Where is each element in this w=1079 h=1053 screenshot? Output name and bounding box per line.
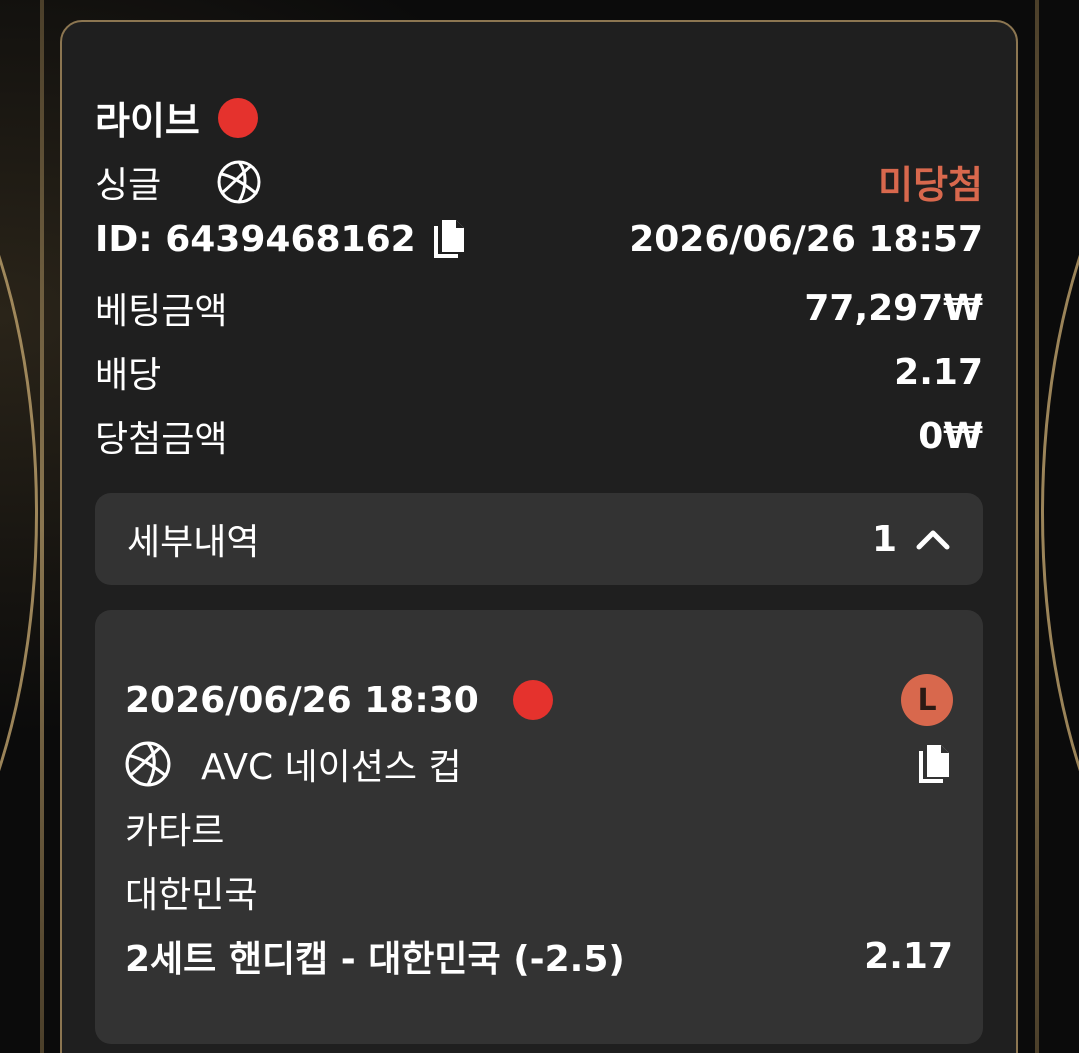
- selection-odds: 2.17: [864, 935, 953, 977]
- stake-row: 베팅금액 77,297₩: [95, 282, 983, 334]
- arc-decoration-left: [0, 60, 38, 966]
- bet-history-card: 라이브 싱글 미당첨 ID: 6439468162 2026/06/26 18:…: [60, 20, 1018, 1053]
- bet-item: 2026/06/26 18:30 L AVC 네이션스 컵 카타르 대한민국 2…: [95, 610, 983, 1044]
- title-row: 라이브: [95, 90, 983, 145]
- page: 라이브 싱글 미당첨 ID: 6439468162 2026/06/26 18:…: [0, 0, 1079, 1053]
- win-value: 0₩: [918, 415, 983, 457]
- status-badge: 미당첨: [878, 163, 983, 207]
- frame-decoration-right: [1035, 0, 1039, 1053]
- selection: 2세트 핸디캡 - 대한민국 (-2.5): [125, 939, 625, 980]
- league-row: AVC 네이션스 컵: [125, 738, 953, 790]
- bet-datetime: 2026/06/26 18:57: [629, 218, 983, 260]
- bet-item-header: 2026/06/26 18:30 L: [125, 674, 953, 726]
- copy-icon[interactable]: [915, 743, 953, 785]
- live-title: 라이브: [95, 90, 258, 145]
- team1: 카타르: [125, 811, 225, 852]
- details-label: 세부내역: [127, 522, 260, 563]
- details-toggle[interactable]: 세부내역 1: [95, 493, 983, 585]
- team2-row: 대한민국: [125, 866, 953, 918]
- id-row: ID: 6439468162 2026/06/26 18:57: [95, 218, 983, 260]
- win-row: 당첨금액 0₩: [95, 410, 983, 462]
- league-name: AVC 네이션스 컵: [201, 747, 462, 788]
- selection-row: 2세트 핸디캡 - 대한민국 (-2.5) 2.17: [125, 930, 953, 982]
- odds-label: 배당: [95, 355, 162, 396]
- event-datetime: 2026/06/26 18:30: [125, 679, 479, 721]
- arc-decoration-right: [1041, 60, 1079, 966]
- stake-label: 베팅금액: [95, 291, 228, 332]
- type-row: 싱글 미당첨: [95, 154, 983, 209]
- live-dot-icon: [512, 680, 553, 720]
- copy-icon[interactable]: [430, 218, 468, 260]
- result-badge: L: [901, 674, 953, 726]
- live-dot-icon: [217, 97, 258, 138]
- volleyball-icon: [217, 160, 261, 203]
- chevron-up-icon: [916, 530, 950, 550]
- details-count: 1: [871, 518, 897, 560]
- odds-row: 배당 2.17: [95, 346, 983, 398]
- stake-value: 77,297₩: [804, 287, 983, 329]
- win-label: 당첨금액: [95, 419, 228, 460]
- team2: 대한민국: [125, 875, 258, 916]
- team1-row: 카타르: [125, 802, 953, 854]
- volleyball-icon: [125, 741, 171, 787]
- bet-id: ID: 6439468162: [95, 218, 416, 260]
- bet-type-label: 싱글: [95, 164, 162, 206]
- live-label: 라이브: [95, 99, 200, 143]
- odds-value: 2.17: [894, 351, 983, 393]
- frame-decoration-left: [40, 0, 44, 1053]
